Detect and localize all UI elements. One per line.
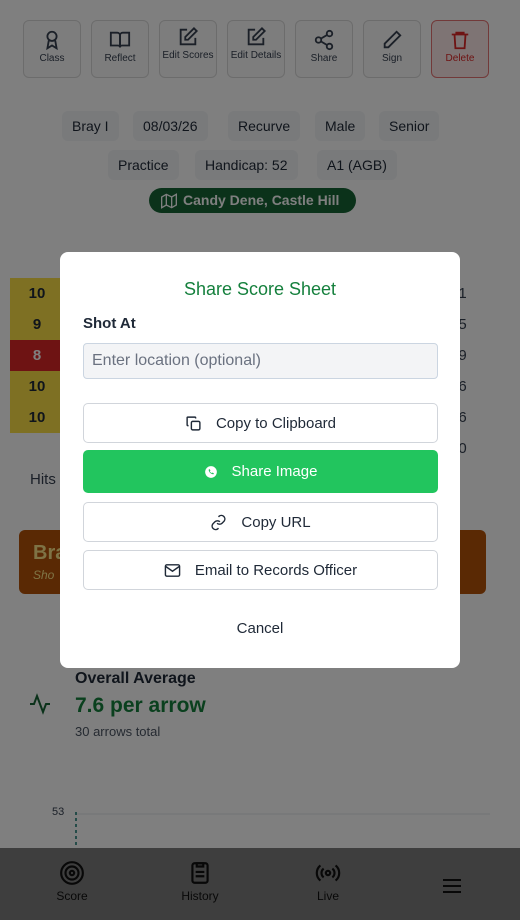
copy-icon xyxy=(186,415,201,431)
shot-at-label: Shot At xyxy=(83,315,136,332)
cancel-button[interactable]: Cancel xyxy=(60,620,460,637)
location-input[interactable] xyxy=(83,343,438,379)
copy-url-button[interactable]: Copy URL xyxy=(83,502,438,542)
email-records-officer-button[interactable]: Email to Records Officer xyxy=(83,550,438,590)
mail-icon xyxy=(164,563,181,577)
share-modal: Share Score Sheet Shot At Copy to Clipbo… xyxy=(60,252,460,668)
link-icon xyxy=(211,514,226,530)
copy-clipboard-button[interactable]: Copy to Clipboard xyxy=(83,403,438,443)
whatsapp-icon xyxy=(204,465,217,478)
share-image-button[interactable]: Share Image xyxy=(83,450,438,493)
modal-title: Share Score Sheet xyxy=(183,279,337,299)
